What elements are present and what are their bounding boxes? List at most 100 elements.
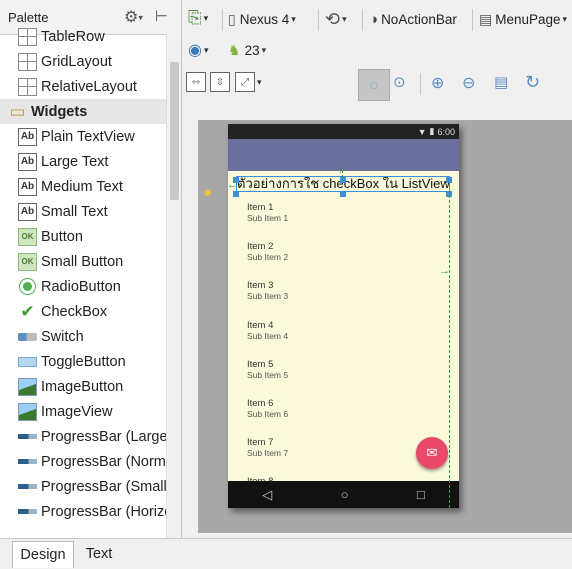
editor-tabs: Design Text — [0, 538, 572, 569]
palette-item[interactable]: OK Button — [0, 224, 166, 249]
palette-category[interactable]: ▭ Widgets — [0, 99, 166, 124]
palette-item[interactable]: OK Small Button — [0, 249, 166, 274]
palette-item-label: Small Button — [41, 253, 124, 270]
small-button-icon: OK — [18, 252, 37, 271]
tab-text-label: Text — [85, 546, 113, 562]
layout-height-button[interactable]: ⇳ — [210, 72, 230, 92]
palette-item-label: ToggleButton — [41, 353, 126, 370]
grid-layout-icon — [18, 52, 37, 71]
activity-icon: ▤ — [479, 11, 493, 27]
list-item[interactable]: Item 2 Sub Item 2 — [247, 241, 447, 280]
palette-item-label: ProgressBar (Small) — [41, 478, 166, 495]
button-icon: OK — [18, 227, 37, 246]
theme-selector[interactable]: ◑ NoActionBar — [369, 11, 457, 28]
selection-handle[interactable] — [233, 191, 239, 197]
palette-item[interactable]: GridLayout — [0, 49, 166, 74]
list-item[interactable]: Item 4 Sub Item 4 — [247, 320, 447, 359]
palette-item[interactable]: ✔ CheckBox — [0, 299, 166, 324]
zoom-actual-size-button[interactable]: ⊙ — [393, 73, 406, 91]
list-item-subtitle: Sub Item 2 — [247, 252, 289, 263]
palette-item[interactable]: RadioButton — [0, 274, 166, 299]
palette-item[interactable]: ProgressBar (Small) — [0, 474, 166, 499]
tab-text[interactable]: Text — [76, 541, 122, 567]
palette-item[interactable]: ImageView — [0, 399, 166, 424]
palette-item[interactable]: ProgressBar (Large) — [0, 424, 166, 449]
palette-item-label: Button — [41, 228, 83, 245]
list-item[interactable]: Item 6 Sub Item 6 — [247, 398, 447, 437]
zoom-in-button[interactable]: ⊕ — [431, 73, 444, 93]
hide-panel-icon[interactable]: ⊢ — [155, 7, 168, 25]
zoom-to-fit-toggle[interactable]: ◌ — [358, 69, 390, 101]
back-icon[interactable]: ◁ — [262, 487, 272, 503]
palette-item[interactable]: Ab Plain TextView — [0, 124, 166, 149]
palette-item-label: Plain TextView — [41, 128, 135, 145]
progressbar-icon — [18, 459, 37, 464]
preview-xml-button[interactable]: ▤ — [494, 73, 508, 91]
battery-icon: ▮ — [429, 126, 435, 136]
palette-scrollbar[interactable] — [166, 34, 181, 538]
zoom-out-button[interactable]: ⊖ — [462, 73, 475, 93]
list-item-subtitle: Sub Item 5 — [247, 369, 289, 380]
palette-item[interactable]: RelativeLayout — [0, 74, 166, 99]
list-item-subtitle: Sub Item 1 — [247, 213, 289, 223]
palette-item-label: ProgressBar (Horizontal) — [41, 503, 166, 520]
radio-button-icon — [20, 279, 35, 294]
palette-item[interactable]: Switch — [0, 324, 166, 349]
zoom-in-icon: ⊕ — [431, 75, 445, 92]
locale-selector[interactable]: ◉ ▾ — [188, 40, 209, 60]
checkbox-icon: ✔ — [20, 301, 35, 321]
palette-item[interactable]: Ab Medium Text — [0, 174, 166, 199]
constraint-guide — [449, 195, 450, 508]
arrow-up-icon: ↑ — [338, 164, 344, 176]
palette-item[interactable]: TableRow — [0, 24, 166, 49]
table-row-icon — [18, 27, 37, 46]
expand-vertical-icon: ⇳ — [210, 72, 230, 92]
progressbar-icon — [18, 434, 37, 439]
fab-button[interactable]: ✉ — [416, 437, 448, 469]
rotate-icon: ⟲ — [325, 9, 341, 29]
fill-options-button[interactable]: ⤢ ▾ — [235, 72, 262, 92]
layout-width-button[interactable]: ⇿ — [186, 72, 206, 92]
palette-item-label: ImageButton — [41, 378, 124, 395]
selection-handle[interactable] — [446, 177, 452, 183]
tab-design[interactable]: Design — [12, 541, 74, 568]
arrow-left-icon: ← — [227, 179, 238, 191]
activity-selector[interactable]: ▤ MenuPage ▾ — [479, 11, 567, 28]
zoom-fit-icon: ◌ — [369, 76, 379, 94]
palette-item-label: CheckBox — [41, 303, 108, 320]
image-view-icon — [18, 402, 37, 421]
zoom-out-icon: ⊖ — [462, 75, 476, 92]
toggle-button-icon — [18, 356, 37, 367]
api-selector[interactable]: ♞ 23 ▾ — [228, 42, 266, 59]
lightbulb-icon[interactable]: ● — [203, 184, 212, 201]
recents-icon[interactable]: □ — [417, 487, 425, 502]
palette-title: Palette — [8, 10, 49, 25]
selection-handle[interactable] — [340, 191, 346, 197]
list-item-title: Item 5 — [247, 358, 274, 370]
palette-item[interactable]: ToggleButton — [0, 349, 166, 374]
fill-icon: ⤢ — [235, 72, 255, 92]
list-item[interactable]: Item 5 Sub Item 5 — [247, 359, 447, 398]
list-item-title: Item 6 — [247, 397, 274, 409]
palette-item[interactable]: Ab Large Text — [0, 149, 166, 174]
palette-item-label: ProgressBar (Large) — [41, 428, 166, 445]
palette-item-label: Small Text — [41, 203, 108, 220]
list-item-title: Item 2 — [247, 241, 274, 253]
zoom-actual-icon: ⊙ — [393, 74, 406, 91]
palette-item[interactable]: ProgressBar (Normal) — [0, 449, 166, 474]
list-view-preview[interactable]: Item 1 Sub Item 1 Item 2 Sub Item 2 Item 3 Su… — [247, 202, 447, 516]
palette-item[interactable]: ImageButton — [0, 374, 166, 399]
list-item[interactable]: Item 3 Sub Item 3 — [247, 280, 447, 319]
palette-panel: Palette ⚙▾ ⊢ TableRow GridLayout RelativeL… — [0, 0, 182, 538]
list-item[interactable]: Item 1 Sub Item 1 — [247, 202, 447, 241]
palette-item[interactable]: ProgressBar (Horizontal) — [0, 499, 166, 524]
selection-handle[interactable] — [340, 177, 346, 183]
palette-scroll-thumb[interactable] — [170, 62, 179, 200]
orientation-button[interactable]: ⟲ ▾ — [325, 9, 347, 30]
android-icon: ♞ — [228, 42, 241, 58]
design-surface-button[interactable]: ⎘ ▾ — [188, 8, 208, 28]
device-selector[interactable]: ▯ Nexus 4 ▾ — [228, 11, 296, 28]
home-icon[interactable]: ○ — [341, 487, 349, 502]
refresh-button[interactable]: ↻ — [525, 72, 540, 93]
palette-item[interactable]: Ab Small Text — [0, 199, 166, 224]
